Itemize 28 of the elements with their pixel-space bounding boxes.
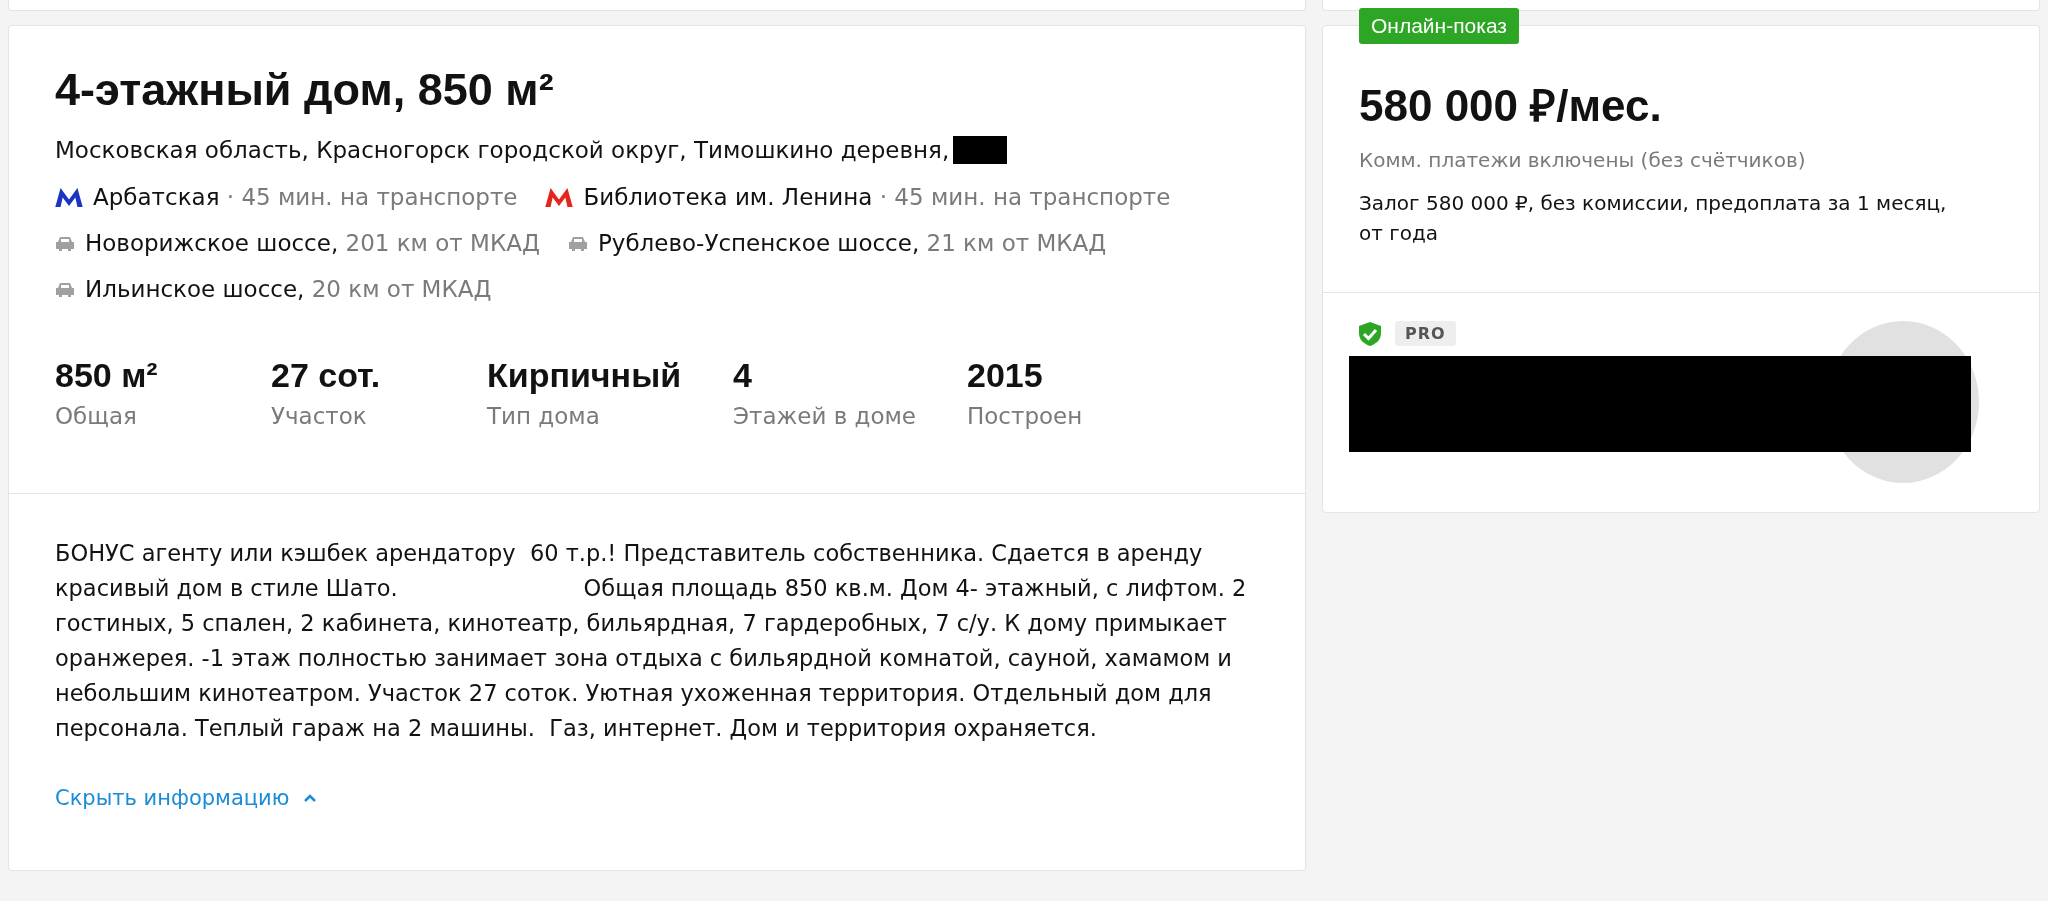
car-icon	[55, 281, 75, 297]
highway-text: Новорижское шоссе, 201 км от МКАД	[85, 230, 540, 256]
stat-value: 4	[733, 356, 753, 395]
car-icon	[55, 235, 75, 251]
terms-text: Залог 580 000 ₽, без комиссии, предоплата за 1 месяц, от года	[1359, 190, 1948, 247]
utilities-text: Комм. платежи включены (без счётчиков)	[1359, 148, 1807, 172]
price-text: 580 000 ₽/мес.	[1359, 80, 1663, 132]
stat-value: 2015	[967, 356, 1044, 395]
stat-label: Общая	[55, 403, 138, 429]
address-text: Московская область, Красногорск городской округ, Тимошкино деревня,	[55, 137, 950, 163]
listing-title: 4-этажный дом, 850 м²	[55, 64, 555, 116]
metro-station[interactable]: Арбатская · 45 мин. на транспорте	[93, 184, 518, 210]
hide-info-link[interactable]: Скрыть информацию	[55, 786, 318, 810]
description-text: БОНУС агенту или кэшбек арендатору 60 т.р.! Представитель собственника. Сдается в аренду красивый дом в стиле Шато. Общая площадь 850 кв.м. Дом 4- этажный, с лифтом. 2 гостиных, 5 спален, 2 кабинета, кинотеатр, бильярдная, 7 гардеробных, 7 с/у. К дому примыкает оранжерея. -1 этаж полностью занимает зона отдыха с бильярдной комнатой, сауной, хамамом и небольшим кинотеатром. Участок 27 соток. Уютная ухоженная территория. Отдельный дом для персонала. Теплый гараж на 2 машины. Газ, интернет. Дом и территория охраняется.	[55, 539, 1248, 743]
car-icon	[567, 235, 588, 251]
stat-label: Построен	[967, 403, 1084, 429]
stat-label: Участок	[271, 403, 368, 429]
pro-tag: PRO	[1395, 321, 1456, 346]
stat-value: 850 м²	[55, 356, 159, 395]
highway-text: Ильинское шоссе, 20 км от МКАД	[85, 276, 492, 302]
stat-label: Тип дома	[487, 403, 601, 429]
metro-station[interactable]: Библиотека им. Ленина · 45 мин. на транспорте	[583, 184, 1171, 210]
online-viewing-badge: Онлайн-показ	[1359, 8, 1519, 44]
stat-label: Этажей в доме	[733, 403, 918, 429]
chevron-icon	[303, 793, 318, 803]
stat-value: Кирпичный	[487, 356, 683, 395]
highway-text: Рублево-Успенское шоссе, 21 км от МКАД	[597, 230, 1107, 256]
stat-value: 27 сот.	[271, 356, 382, 395]
